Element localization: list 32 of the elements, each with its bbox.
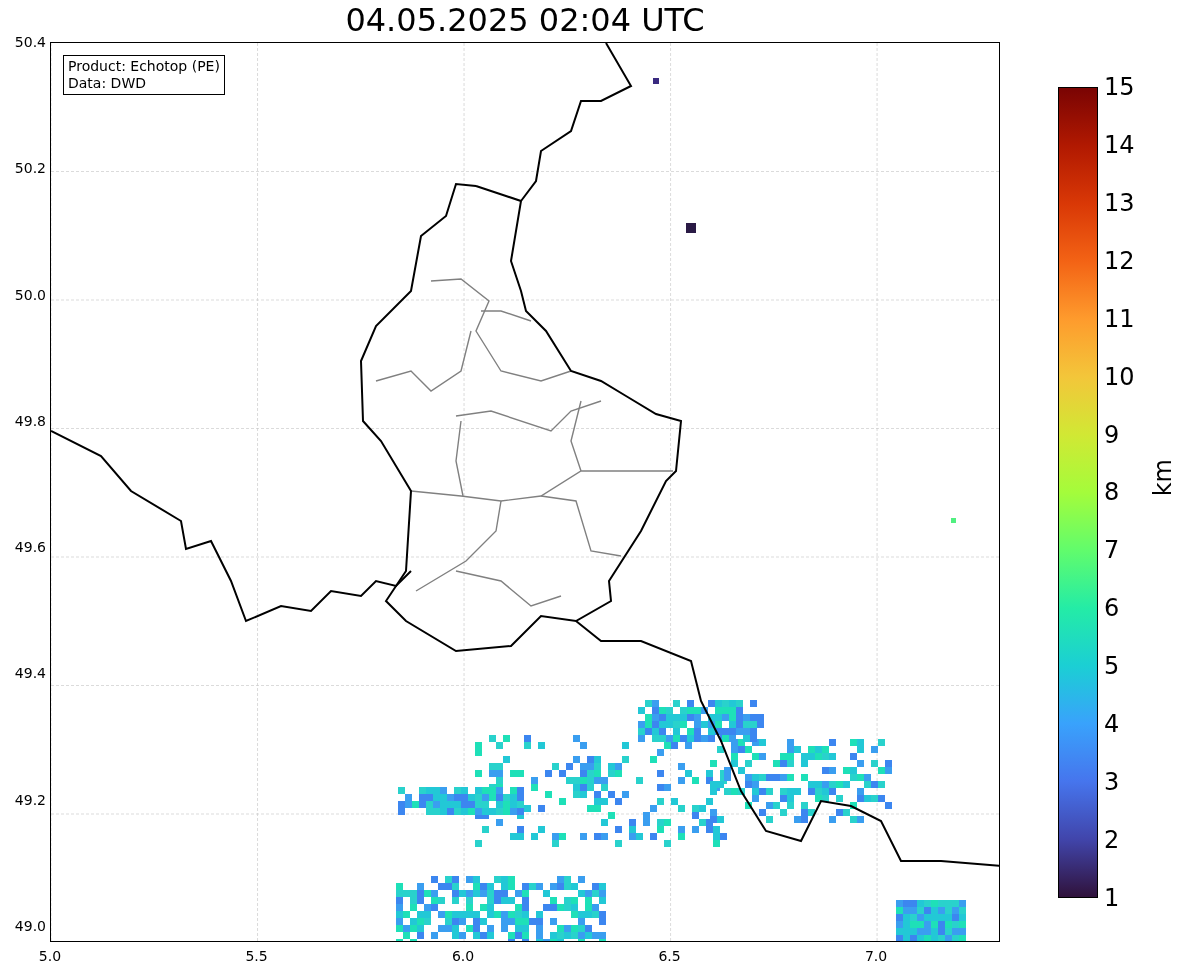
y-axis-tick-label: 49.2 bbox=[14, 791, 46, 808]
info-text: Product: Echotop (PE) bbox=[68, 58, 220, 75]
x-axis-tick-label: 5.0 bbox=[38, 948, 62, 964]
x-axis-tick-label: 5.5 bbox=[245, 948, 268, 964]
x-axis-tick-label: 6.5 bbox=[658, 948, 681, 964]
y-axis-tick-label: 49.8 bbox=[14, 412, 46, 429]
colorbar-tick-label: 9 bbox=[1104, 421, 1121, 448]
colorbar-tick-label: 7 bbox=[1104, 537, 1121, 564]
colorbar-label: km bbox=[1148, 458, 1177, 497]
colorbar-tick-label: 14 bbox=[1104, 131, 1135, 158]
colorbar-tick-label: 15 bbox=[1104, 74, 1135, 100]
x-axis-tick-label: 7.0 bbox=[864, 948, 888, 964]
colorbar-tick-label: 6 bbox=[1104, 595, 1121, 622]
y-axis-tick-label: 49.6 bbox=[14, 539, 46, 556]
colorbar-tick-label: 4 bbox=[1104, 711, 1121, 738]
y-axis-tick-label: 50.2 bbox=[14, 160, 46, 177]
y-axis-tick-label: 50.0 bbox=[14, 286, 46, 303]
colorbar-tick-label: 8 bbox=[1104, 479, 1121, 506]
chart-title: 04.05.2025 02:04 UTC bbox=[344, 0, 706, 41]
y-axis-tick-label: 49.0 bbox=[14, 917, 46, 934]
colorbar-tick-label: 11 bbox=[1104, 305, 1135, 332]
colorbar-tick-label: 12 bbox=[1104, 247, 1135, 274]
colorbar-tick-label: 13 bbox=[1104, 189, 1135, 216]
colorbar-tick-label: 10 bbox=[1104, 363, 1135, 390]
x-axis-tick-label: 6.0 bbox=[451, 948, 475, 964]
y-axis-tick-label: 49.4 bbox=[14, 665, 46, 682]
colorbar-tick-label: 1 bbox=[1104, 884, 1121, 911]
colorbar-tick-label: 5 bbox=[1104, 653, 1121, 680]
info-text: Data: DWD bbox=[68, 75, 147, 92]
y-axis-tick-label: 50.4 bbox=[14, 34, 46, 50]
colorbar-tick-label: 2 bbox=[1104, 827, 1121, 853]
colorbar-tick-label: 3 bbox=[1104, 769, 1121, 796]
